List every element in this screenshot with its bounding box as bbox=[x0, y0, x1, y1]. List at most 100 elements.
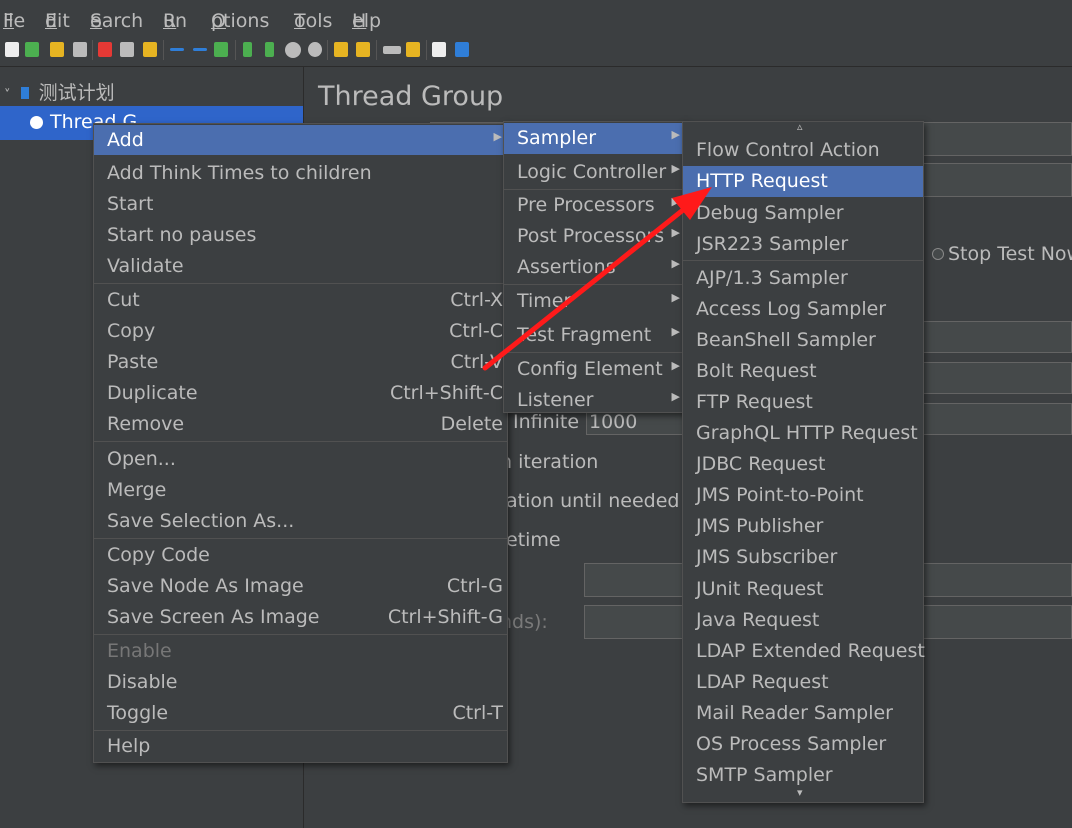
menu-item-label: Pre Processors bbox=[517, 194, 655, 216]
menu-item-logic-controller[interactable]: Logic Controller ▶ bbox=[504, 157, 685, 188]
new-icon[interactable] bbox=[5, 42, 19, 57]
menu-item-post-processors[interactable]: Post Processors ▶ bbox=[504, 221, 685, 252]
tree-node-label: 测试计划 bbox=[38, 82, 115, 104]
menu-item-duplicate[interactable]: Duplicate Ctrl+Shift-C bbox=[94, 378, 507, 409]
menu-item-jms-point-to-point[interactable]: JMS Point-to-Point bbox=[683, 480, 923, 511]
menu-item-graphql-http-request[interactable]: GraphQL HTTP Request bbox=[683, 418, 923, 449]
menu-item-open[interactable]: Open... bbox=[94, 444, 507, 475]
menu-item-label: Listener bbox=[517, 389, 594, 411]
menu-item-config-element[interactable]: Config Element ▶ bbox=[504, 354, 685, 385]
menu-item-ftp-request[interactable]: FTP Request bbox=[683, 387, 923, 418]
menu-item-toggle[interactable]: Toggle Ctrl-T bbox=[94, 698, 507, 729]
menu-item-label: Paste bbox=[107, 351, 159, 373]
menu-item-copy[interactable]: Copy Ctrl-C bbox=[94, 316, 507, 347]
start-icon[interactable] bbox=[243, 42, 252, 57]
shortcut-label: Ctrl+Shift-C bbox=[389, 382, 503, 404]
menu-item-cut[interactable]: Cut Ctrl-X bbox=[94, 285, 507, 316]
menu-item-paste[interactable]: Paste Ctrl-V bbox=[94, 347, 507, 378]
toolbar-separator bbox=[376, 40, 377, 60]
menu-item-help[interactable]: Help bbox=[94, 731, 507, 762]
menu-item-label: LDAP Extended Request bbox=[696, 640, 925, 662]
menu-item-jms-subscriber[interactable]: JMS Subscriber bbox=[683, 542, 923, 573]
menu-item-add-think-times[interactable]: Add Think Times to children bbox=[94, 158, 507, 189]
menu-item-flow-control-action[interactable]: Flow Control Action bbox=[683, 135, 923, 166]
menu-item-label: Duplicate bbox=[107, 382, 198, 404]
stop-icon[interactable] bbox=[285, 42, 301, 58]
toolbar-separator bbox=[327, 40, 328, 60]
menu-item-assertions[interactable]: Assertions ▶ bbox=[504, 252, 685, 283]
menu-item-label: Test Fragment bbox=[517, 324, 652, 346]
scroll-down-arrow-icon[interactable]: ▾ bbox=[797, 786, 803, 799]
menu-item-label: Flow Control Action bbox=[696, 139, 880, 161]
menu-item-remove[interactable]: Remove Delete bbox=[94, 409, 507, 440]
search-icon[interactable] bbox=[383, 46, 401, 54]
expand-icon[interactable] bbox=[170, 48, 184, 51]
menu-item-smtp-sampler[interactable]: SMTP Sampler bbox=[683, 760, 923, 791]
menu-item-add[interactable]: Add ▶ bbox=[94, 125, 507, 155]
menu-item-pre-processors[interactable]: Pre Processors ▶ bbox=[504, 190, 685, 221]
menu-item-save-node-as-image[interactable]: Save Node As Image Ctrl-G bbox=[94, 571, 507, 602]
shortcut-label: Ctrl-T bbox=[452, 702, 503, 724]
menu-item-mail-reader-sampler[interactable]: Mail Reader Sampler bbox=[683, 698, 923, 729]
menu-item-label: Debug Sampler bbox=[696, 202, 844, 224]
menu-item-label: Remove bbox=[107, 413, 185, 435]
scroll-up-arrow-icon[interactable]: ▵ bbox=[797, 120, 803, 133]
menu-item-listener[interactable]: Listener ▶ bbox=[504, 385, 685, 416]
thread-lifetime-label: etime bbox=[506, 529, 561, 551]
reset-search-icon[interactable] bbox=[406, 42, 420, 57]
menu-item-label: Merge bbox=[107, 479, 167, 501]
paste-icon[interactable] bbox=[143, 42, 157, 57]
menu-item-merge[interactable]: Merge bbox=[94, 475, 507, 506]
menu-item-label: Sampler bbox=[517, 127, 597, 149]
toolbar-separator bbox=[92, 40, 93, 60]
flask-icon bbox=[20, 87, 29, 99]
menu-item-http-request[interactable]: HTTP Request bbox=[683, 166, 923, 197]
menu-item-jdbc-request[interactable]: JDBC Request bbox=[683, 449, 923, 480]
menu-item-timer[interactable]: Timer ▶ bbox=[504, 286, 685, 317]
save-icon[interactable] bbox=[73, 42, 87, 57]
cut-icon[interactable] bbox=[98, 42, 112, 57]
menu-item-label: Mail Reader Sampler bbox=[696, 702, 893, 724]
menu-item-jms-publisher[interactable]: JMS Publisher bbox=[683, 511, 923, 542]
menu-item-ajp-sampler[interactable]: AJP/1.3 Sampler bbox=[683, 263, 923, 294]
menu-item-validate[interactable]: Validate bbox=[94, 251, 507, 282]
function-helper-icon[interactable] bbox=[432, 42, 446, 57]
expand-chevron-icon[interactable]: ˅ bbox=[4, 88, 11, 103]
tree-node-test-plan[interactable]: ˅ 测试计划 bbox=[4, 78, 115, 105]
menu-item-beanshell-sampler[interactable]: BeanShell Sampler bbox=[683, 325, 923, 356]
menu-item-ldap-request[interactable]: LDAP Request bbox=[683, 667, 923, 698]
menu-item-access-log-sampler[interactable]: Access Log Sampler bbox=[683, 294, 923, 325]
copy-icon[interactable] bbox=[120, 42, 134, 57]
submenu-arrow-icon: ▶ bbox=[671, 291, 680, 304]
stop-test-now-radio[interactable] bbox=[932, 248, 944, 260]
menu-item-test-fragment[interactable]: Test Fragment ▶ bbox=[504, 320, 685, 351]
menu-item-java-request[interactable]: Java Request bbox=[683, 605, 923, 636]
menu-item-copy-code[interactable]: Copy Code bbox=[94, 540, 507, 571]
collapse-icon[interactable] bbox=[193, 48, 207, 51]
shutdown-icon[interactable] bbox=[308, 42, 322, 57]
menu-item-save-screen-as-image[interactable]: Save Screen As Image Ctrl+Shift-G bbox=[94, 602, 507, 633]
stop-test-now-label: Stop Test Now bbox=[948, 243, 1072, 265]
clear-icon[interactable] bbox=[334, 42, 348, 57]
menu-item-junit-request[interactable]: JUnit Request bbox=[683, 574, 923, 605]
submenu-arrow-icon: ▶ bbox=[671, 257, 680, 270]
templates-icon[interactable] bbox=[25, 42, 39, 57]
menu-item-save-selection-as[interactable]: Save Selection As... bbox=[94, 506, 507, 537]
help-icon[interactable] bbox=[455, 42, 469, 57]
add-submenu: Sampler ▶ Logic Controller ▶ Pre Processor… bbox=[503, 121, 686, 413]
start-no-pauses-icon[interactable] bbox=[265, 42, 274, 57]
menu-separator bbox=[94, 283, 507, 284]
menu-item-sampler[interactable]: Sampler ▶ bbox=[504, 123, 685, 154]
menu-item-label: HTTP Request bbox=[696, 170, 828, 192]
clear-all-icon[interactable] bbox=[356, 42, 370, 57]
open-icon[interactable] bbox=[50, 42, 64, 57]
menu-item-jsr223-sampler[interactable]: JSR223 Sampler bbox=[683, 229, 923, 260]
menu-item-start[interactable]: Start bbox=[94, 189, 507, 220]
toggle-icon[interactable] bbox=[214, 42, 228, 57]
menu-item-disable[interactable]: Disable bbox=[94, 667, 507, 698]
menu-item-start-no-pauses[interactable]: Start no pauses bbox=[94, 220, 507, 251]
menu-item-debug-sampler[interactable]: Debug Sampler bbox=[683, 198, 923, 229]
menu-item-ldap-extended-request[interactable]: LDAP Extended Request bbox=[683, 636, 925, 667]
menu-item-bolt-request[interactable]: Bolt Request bbox=[683, 356, 923, 387]
menu-item-os-process-sampler[interactable]: OS Process Sampler bbox=[683, 729, 923, 760]
